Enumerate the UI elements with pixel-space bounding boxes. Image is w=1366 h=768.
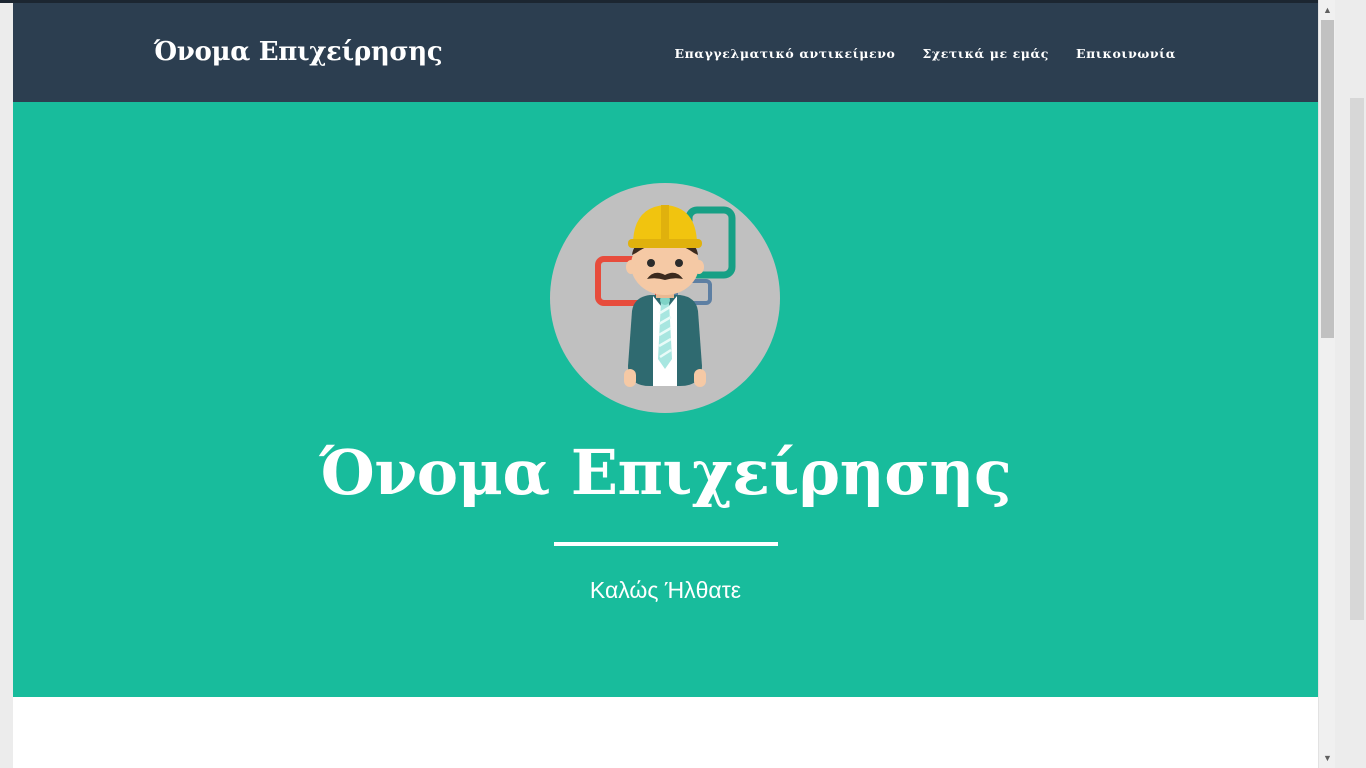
- nav-link-contact[interactable]: Επικοινωνία: [1076, 46, 1176, 61]
- nav-links: Επαγγελματικό αντικείμενο Σχετικά με εμά…: [674, 46, 1176, 61]
- construction-worker-icon: [550, 183, 780, 413]
- window-edge-bar: [1350, 98, 1364, 620]
- page-scrollbar[interactable]: ▲ ▼: [1318, 0, 1336, 768]
- hero-title: Όνομα Επιχείρησης: [319, 436, 1012, 509]
- browser-viewport: Όνομα Επιχείρησης Επαγγελματικό αντικείμ…: [0, 0, 1366, 768]
- scroll-up-arrow-icon[interactable]: ▲: [1319, 0, 1336, 20]
- hero-section: Όνομα Επιχείρησης Καλώς Ήλθατε: [13, 102, 1318, 697]
- hero-subtitle: Καλώς Ήλθατε: [589, 577, 742, 603]
- scroll-down-arrow-icon[interactable]: ▼: [1319, 748, 1336, 768]
- web-page: Όνομα Επιχείρησης Επαγγελματικό αντικείμ…: [13, 3, 1318, 768]
- nav-link-about[interactable]: Σχετικά με εμάς: [922, 46, 1049, 61]
- navbar-brand[interactable]: Όνομα Επιχείρησης: [154, 37, 443, 67]
- nav-link-portfolio[interactable]: Επαγγελματικό αντικείμενο: [674, 46, 895, 61]
- scrollbar-thumb[interactable]: [1321, 20, 1334, 338]
- hero-divider: [554, 542, 778, 546]
- window-right-gutter: [1335, 0, 1366, 768]
- navbar: Όνομα Επιχείρησης Επαγγελματικό αντικείμ…: [13, 3, 1318, 102]
